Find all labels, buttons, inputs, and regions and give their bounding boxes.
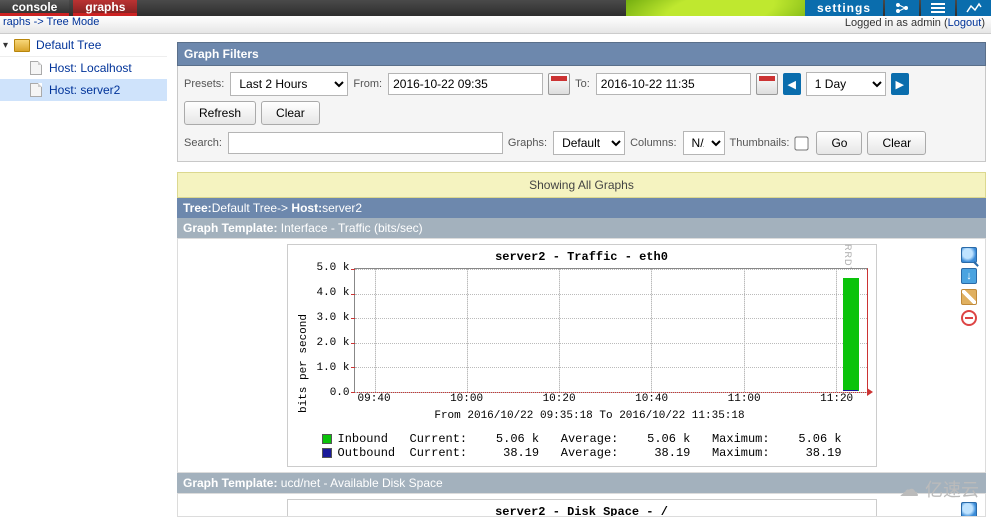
presets-label: Presets: [184, 78, 224, 90]
y-tick: 2.0 k [314, 337, 354, 349]
tree-root-label: Default Tree [36, 38, 101, 52]
shift-left-button[interactable]: ◀ [783, 73, 801, 95]
settings-tab[interactable]: settings [805, 0, 883, 16]
clear-button[interactable]: Clear [261, 101, 320, 125]
host-icon [30, 83, 42, 97]
breadcrumb-bar: raphs -> Tree Mode Logged in as admin (L… [0, 16, 991, 34]
auth-prefix: Logged in as [845, 17, 911, 29]
stop-refresh-icon[interactable] [961, 310, 977, 326]
breadcrumb-mode: Tree Mode [47, 16, 100, 28]
clear2-button[interactable]: Clear [867, 131, 926, 155]
to-label: To: [575, 78, 590, 90]
tab-console[interactable]: console [0, 0, 69, 16]
columns-select[interactable]: N/A [683, 131, 725, 155]
thumbnails-checkbox[interactable] [795, 136, 809, 150]
tree-host-label: Host: server2 [49, 83, 120, 97]
tree-sidebar: ▾ Default Tree Host: Localhost Host: ser… [0, 34, 167, 522]
graph-cell-traffic: RRDTOOL / TOBI OETIKER server2 - Traffic… [177, 238, 986, 473]
folder-icon [14, 39, 30, 52]
chart-ylabel: bits per second [296, 314, 312, 413]
breadcrumb-sep: -> [34, 16, 47, 28]
preview-view-icon[interactable] [957, 0, 991, 16]
graph-filters-header: Graph Filters [177, 42, 986, 66]
from-calendar-icon[interactable] [548, 73, 570, 95]
columns-label: Columns: [630, 137, 676, 149]
tree-path-bar: Tree:Default Tree-> Host:server2 [177, 198, 986, 218]
thumbnails-label: Thumbnails: [730, 137, 790, 149]
collapse-arrow-icon: ▾ [3, 40, 8, 51]
tree-host-server2[interactable]: Host: server2 [0, 79, 167, 101]
go-button[interactable]: Go [816, 131, 862, 155]
traffic-chart: server2 - Traffic - eth0 bits per second… [287, 244, 877, 467]
chart-title: server2 - Traffic - eth0 [296, 247, 868, 268]
x-tick: 10:00 [450, 393, 483, 405]
decorative-green-band [626, 0, 816, 16]
zoom-icon[interactable] [961, 502, 977, 517]
x-tick: 11:20 [820, 393, 853, 405]
graph-template-bar-1: Graph Template: Interface - Traffic (bit… [177, 218, 986, 238]
graphs-label: Graphs: [508, 137, 547, 149]
auth-paren-open: ( [941, 17, 948, 29]
top-header: console graphs settings [0, 0, 991, 16]
tree-view-icon[interactable] [885, 0, 919, 16]
x-tick: 09:40 [358, 393, 391, 405]
auth-user: admin [911, 17, 941, 29]
showing-all-banner: Showing All Graphs [177, 172, 986, 198]
disk-chart: server2 - Disk Space - / [287, 499, 877, 517]
y-tick: 0.0 [314, 387, 354, 399]
x-tick: 11:00 [728, 393, 761, 405]
from-input[interactable] [388, 73, 543, 95]
graph-template-bar-2: Graph Template: ucd/net - Available Disk… [177, 473, 986, 493]
zoom-icon[interactable] [961, 247, 977, 263]
chart-timespan: From 2016/10/22 09:35:18 To 2016/10/22 1… [312, 407, 868, 422]
search-label: Search: [184, 137, 222, 149]
from-label: From: [353, 78, 382, 90]
watermark: ☁亿速云 [899, 476, 979, 502]
chart-title: server2 - Disk Space - / [296, 502, 868, 517]
legend-row: Outbound Current: 38.19 Average: 38.19 M… [322, 446, 868, 460]
tree-host-localhost[interactable]: Host: Localhost [0, 57, 167, 79]
csv-export-icon[interactable] [961, 268, 977, 284]
y-tick: 5.0 k [314, 262, 354, 274]
graph-filters-panel: Presets: Last 2 Hours From: To: ◀ 1 Day … [177, 66, 986, 162]
refresh-button[interactable]: Refresh [184, 101, 256, 125]
graph-cell-disk: server2 - Disk Space - / [177, 493, 986, 517]
graphs-select[interactable]: Default [553, 131, 625, 155]
tab-graphs[interactable]: graphs [73, 0, 137, 16]
chart-legend: Inbound Current: 5.06 k Average: 5.06 k … [312, 432, 868, 460]
y-tick: 3.0 k [314, 312, 354, 324]
to-input[interactable] [596, 73, 751, 95]
edit-graph-icon[interactable] [961, 289, 977, 305]
y-tick: 4.0 k [314, 287, 354, 299]
host-icon [30, 61, 42, 75]
y-tick: 1.0 k [314, 362, 354, 374]
x-tick: 10:40 [635, 393, 668, 405]
legend-row: Inbound Current: 5.06 k Average: 5.06 k … [322, 432, 868, 446]
logout-link[interactable]: Logout [948, 17, 982, 29]
breadcrumb-graphs-link[interactable]: raphs [3, 16, 31, 28]
tree-host-label: Host: Localhost [49, 61, 132, 75]
list-view-icon[interactable] [921, 0, 955, 16]
x-tick: 10:20 [543, 393, 576, 405]
shift-select[interactable]: 1 Day [806, 72, 886, 96]
chart-plot-area[interactable]: 0.01.0 k2.0 k3.0 k4.0 k5.0 k [354, 268, 868, 393]
to-calendar-icon[interactable] [756, 73, 778, 95]
tree-root[interactable]: ▾ Default Tree [0, 34, 167, 57]
search-input[interactable] [228, 132, 503, 154]
shift-right-button[interactable]: ▶ [891, 73, 909, 95]
presets-select[interactable]: Last 2 Hours [230, 72, 348, 96]
